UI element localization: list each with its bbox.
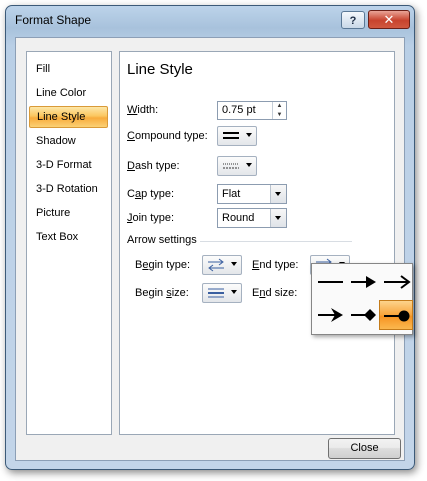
line-style-panel: Line Style Width: 0.75 pt ▲ ▼ Compound t… (119, 51, 395, 435)
end-type-label: End type: (252, 259, 299, 271)
panel-title: Line Style (127, 61, 193, 78)
arrow-settings-heading: Arrow settings (127, 234, 197, 246)
close-button[interactable]: Close (328, 438, 401, 459)
chevron-down-icon (231, 290, 237, 294)
open-arrow-end-icon[interactable] (379, 267, 413, 297)
nav-item-picture[interactable]: Picture (29, 202, 108, 224)
width-label: Width: (127, 104, 159, 116)
nav-item-text-box[interactable]: Text Box (29, 226, 108, 248)
category-list: Fill Line Color Line Style Shadow 3-D Fo… (26, 51, 112, 435)
chevron-down-icon (275, 216, 281, 220)
stealth-arrow-end-icon[interactable] (313, 300, 347, 330)
chevron-down-icon (246, 133, 252, 137)
end-size-label: End size: (252, 287, 298, 299)
cap-type-select[interactable]: Flat (217, 184, 287, 204)
join-type-select[interactable]: Round (217, 208, 287, 228)
dash-type-label: Dash type: (127, 160, 180, 172)
begin-size-button[interactable] (202, 283, 242, 303)
line-end-none-icon[interactable] (313, 267, 347, 297)
format-shape-dialog: Format Shape ? ✕ Fill Line Color Line St… (5, 5, 415, 470)
title-bar[interactable]: Format Shape ? ✕ (6, 6, 414, 34)
diamond-arrow-end-icon[interactable] (346, 300, 380, 330)
compound-lines-icon (223, 132, 239, 139)
width-value: 0.75 pt (222, 104, 256, 116)
dash-lines-icon (223, 163, 239, 169)
nav-item-3d-format[interactable]: 3-D Format (29, 154, 108, 176)
cap-type-label: Cap type: (127, 188, 175, 200)
cap-type-dropdown-button[interactable] (270, 185, 286, 203)
nav-item-3d-rotation[interactable]: 3-D Rotation (29, 178, 108, 200)
chevron-down-icon (246, 163, 252, 167)
compound-type-button[interactable] (217, 126, 257, 146)
join-type-value: Round (222, 212, 255, 224)
window-title: Format Shape (15, 13, 92, 27)
spin-up-icon[interactable]: ▲ (273, 102, 286, 110)
spin-down-icon[interactable]: ▼ (273, 111, 286, 119)
chevron-down-icon (275, 192, 281, 196)
arrow-end-icon[interactable] (346, 267, 380, 297)
join-type-dropdown-button[interactable] (270, 209, 286, 227)
nav-item-line-style[interactable]: Line Style (29, 106, 108, 128)
nav-item-line-color[interactable]: Line Color (29, 82, 108, 104)
group-divider (200, 241, 352, 242)
nav-item-fill[interactable]: Fill (29, 58, 108, 80)
dialog-body: Fill Line Color Line Style Shadow 3-D Fo… (15, 37, 405, 461)
join-type-label: Join type: (127, 212, 175, 224)
window-close-button[interactable]: ✕ (368, 10, 410, 29)
width-spinner[interactable]: 0.75 pt ▲ ▼ (217, 101, 287, 120)
begin-type-button[interactable] (202, 255, 242, 275)
begin-type-label: Begin type: (135, 259, 191, 271)
arrow-type-icon (208, 258, 224, 272)
cap-type-value: Flat (222, 188, 241, 200)
nav-item-shadow[interactable]: Shadow (29, 130, 108, 152)
end-type-gallery (311, 263, 413, 335)
chevron-down-icon (231, 262, 237, 266)
arrow-size-icon (208, 288, 224, 298)
compound-type-label: Compound type: (127, 130, 208, 142)
help-button[interactable]: ? (341, 11, 365, 29)
oval-arrow-end-icon[interactable] (379, 300, 413, 330)
begin-size-label: Begin size: (135, 287, 189, 299)
dash-type-button[interactable] (217, 156, 257, 176)
width-spin-buttons: ▲ ▼ (272, 102, 286, 119)
